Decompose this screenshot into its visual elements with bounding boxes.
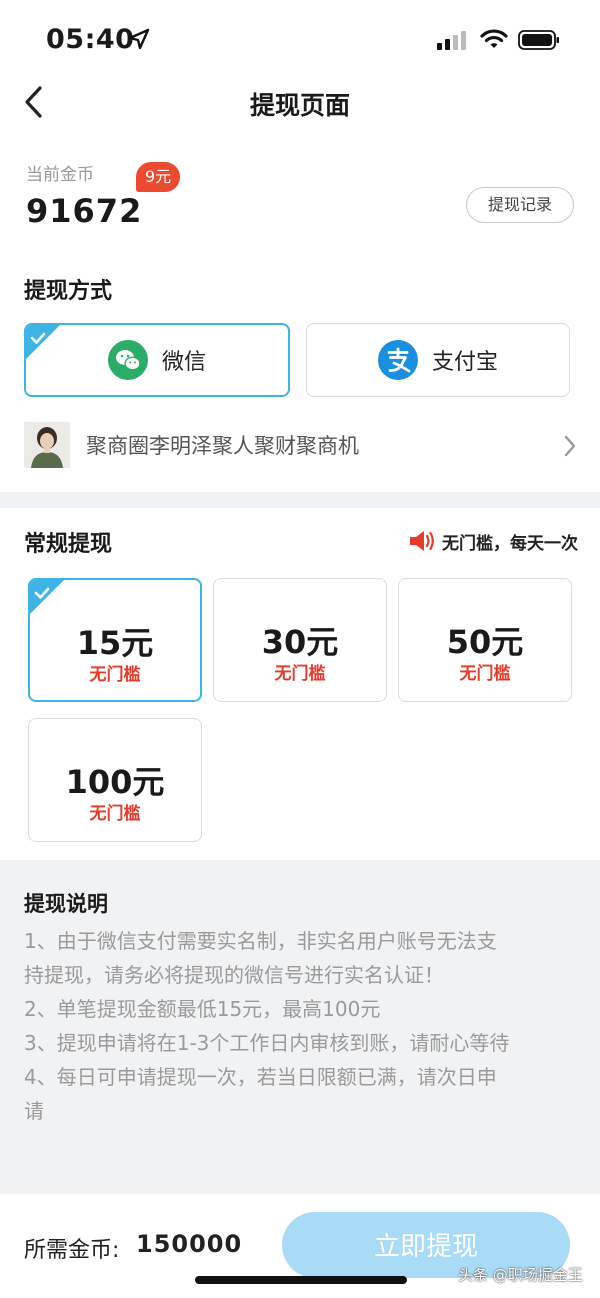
instruction-line: 持提现，请务必将提现的微信号进行实名认证！ [24, 963, 444, 987]
withdraw-instructions: 提现说明 1、由于微信支付需要实名制，非实名用户账号无法支 持提现，请务必将提现… [0, 860, 600, 1194]
regular-withdraw-title: 常规提现 [24, 532, 113, 557]
watermark: 头条 @职场掘金王 [458, 1266, 583, 1284]
wechat-label: 微信 [161, 350, 206, 375]
page-title: 提现页面 [249, 91, 350, 120]
withdraw-method-title: 提现方式 [24, 279, 113, 304]
coin-value-badge: 9元 [136, 162, 181, 192]
instruction-line: 3、提现申请将在1-3个工作日内审核到账，请耐心等待 [24, 1031, 510, 1055]
wechat-icon [107, 340, 148, 380]
required-coins-value: 150000 [136, 1230, 243, 1258]
nav-bar: 提现页面 [0, 80, 600, 126]
withdraw-page: 05:40 提现页面 当前金币 91672 9元 提现记录 提现方式 微信 支付… [0, 0, 600, 1298]
required-coins-label: 所需金币: [24, 1238, 120, 1263]
avatar [24, 422, 70, 468]
location-arrow-icon [128, 28, 150, 50]
amount-threshold: 无门槛 [89, 804, 141, 824]
amount-option-30[interactable]: 30元 无门槛 [213, 578, 387, 702]
wifi-icon [480, 29, 508, 48]
amount-option-100[interactable]: 100元 无门槛 [28, 718, 202, 842]
alipay-icon [377, 340, 418, 380]
amount-threshold: 无门槛 [274, 664, 326, 684]
amount-option-15[interactable]: 15元 无门槛 [28, 578, 202, 702]
withdraw-notice: 无门槛，每天一次 [408, 528, 578, 554]
withdraw-record-button[interactable]: 提现记录 [466, 187, 574, 223]
amount-threshold: 无门槛 [89, 665, 141, 685]
cellular-signal-icon [437, 31, 466, 50]
status-time: 05:40 [46, 24, 135, 55]
status-bar: 05:40 [0, 0, 600, 80]
amount-value: 100元 [65, 763, 165, 801]
current-coins-value: 91672 [26, 192, 143, 230]
amount-option-50[interactable]: 50元 无门槛 [398, 578, 572, 702]
alipay-option[interactable]: 支付宝 [306, 323, 570, 397]
instruction-line: 4、每日可申请提现一次，若当日限额已满，请次日申 [24, 1065, 497, 1089]
bound-account-row[interactable]: 聚商圈李明泽聚人聚财聚商机 [0, 416, 600, 476]
wechat-option[interactable]: 微信 [24, 323, 290, 397]
speaker-icon [410, 531, 434, 551]
instruction-line: 1、由于微信支付需要实名制，非实名用户账号无法支 [24, 929, 497, 953]
instructions-title: 提现说明 [24, 892, 108, 916]
instruction-line: 请 [24, 1099, 44, 1123]
instruction-line: 2、单笔提现金额最低15元，最高100元 [24, 997, 381, 1021]
amount-threshold: 无门槛 [459, 664, 511, 684]
account-name: 聚商圈李明泽聚人聚财聚商机 [86, 434, 359, 458]
amount-value: 30元 [261, 623, 339, 661]
selected-check-icon [30, 580, 64, 614]
notice-text: 无门槛，每天一次 [442, 533, 578, 554]
current-coins-label: 当前金币 [26, 165, 94, 185]
amount-value: 15元 [76, 624, 154, 662]
chevron-right-icon [564, 435, 576, 457]
alipay-label: 支付宝 [431, 350, 498, 375]
section-divider [0, 492, 600, 508]
home-indicator [195, 1276, 407, 1284]
amount-value: 50元 [446, 623, 524, 661]
battery-icon [518, 30, 559, 50]
